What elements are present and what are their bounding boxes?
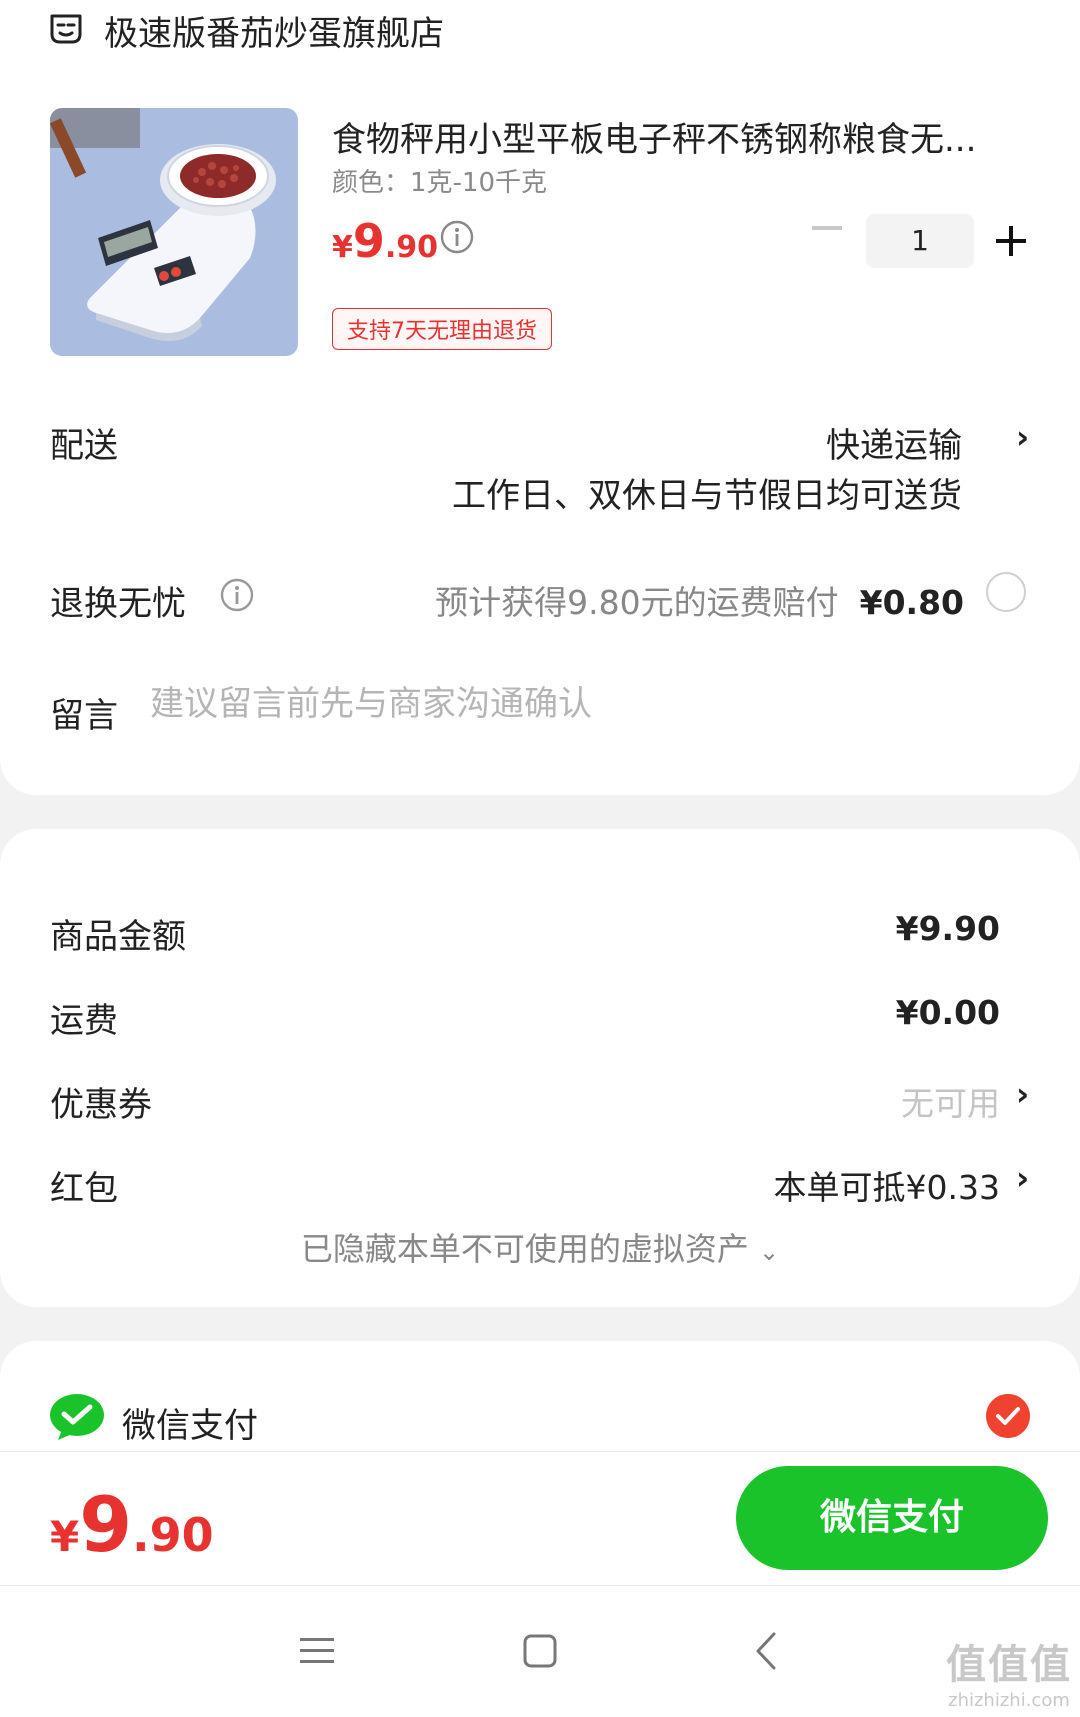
chevron-right-icon[interactable]: ›: [1016, 418, 1029, 456]
return-insurance-info-icon[interactable]: [220, 578, 254, 612]
goods-amount-label: 商品金额: [50, 917, 186, 957]
message-label: 留言: [50, 696, 118, 736]
product-spec[interactable]: 颜色：1克-10千克: [332, 162, 547, 199]
quantity-decrease-button[interactable]: [812, 226, 842, 230]
store-icon: [50, 14, 82, 44]
total-decimal: .90: [132, 1508, 214, 1562]
watermark-url: zhizhizhi.com: [948, 1690, 1070, 1711]
back-icon[interactable]: [742, 1626, 792, 1676]
delivery-method[interactable]: 快递运输: [826, 418, 962, 467]
price-currency: ¥: [332, 230, 353, 265]
total-currency: ¥: [50, 1512, 80, 1561]
delivery-note: 工作日、双休日与节假日均可送货: [452, 476, 962, 516]
price-info-icon[interactable]: [440, 220, 474, 254]
watermark-logo: 值值值: [946, 1642, 1072, 1688]
red-packet-value[interactable]: 本单可抵¥0.33: [774, 1161, 1000, 1209]
wechat-pay-label[interactable]: 微信支付: [122, 1398, 258, 1447]
total-price: ¥9.90: [50, 1480, 214, 1569]
bottom-pay-bar: ¥9.90 微信支付: [0, 1451, 1080, 1585]
return-policy-badge: 支持7天无理由退货: [332, 308, 552, 350]
return-insurance-text: 预计获得9.80元的运费赔付: [435, 583, 839, 622]
product-price: ¥9.90: [332, 214, 438, 268]
delivery-label: 配送: [50, 426, 118, 466]
price-summary-card: 商品金额 ¥9.90 运费 ¥0.00 优惠券 无可用 › 红包 本单可抵¥0.…: [0, 829, 1080, 1307]
product-image[interactable]: [50, 108, 298, 356]
goods-amount-value: ¥9.90: [895, 909, 1000, 948]
return-insurance-desc: 预计获得9.80元的运费赔付 ¥0.80: [435, 576, 964, 624]
hidden-assets-text: 已隐藏本单不可使用的虚拟资产: [300, 1230, 749, 1268]
chevron-down-icon: ⌄: [759, 1238, 780, 1266]
product-title[interactable]: 食物秤用小型平板电子秤不锈钢称粮食无...: [332, 112, 976, 161]
watermark: 值值值 zhizhizhi.com: [946, 1632, 1072, 1711]
home-icon[interactable]: [515, 1626, 565, 1676]
shipping-fee-label: 运费: [50, 1001, 118, 1041]
return-insurance-radio[interactable]: [986, 572, 1026, 612]
quantity-value[interactable]: 1: [866, 214, 974, 268]
chevron-right-icon[interactable]: ›: [1016, 1159, 1029, 1197]
shipping-fee-value: ¥0.00: [895, 993, 1000, 1032]
red-packet-label: 红包: [50, 1169, 118, 1209]
return-insurance-price: ¥0.80: [859, 583, 964, 622]
store-name[interactable]: 极速版番茄炒蛋旗舰店: [104, 6, 444, 55]
order-item-card: 极速版番茄炒蛋旗舰店 食物秤用小型平板电子秤不锈钢称粮食无... 颜色：1克-1…: [0, 0, 1080, 795]
message-input[interactable]: [150, 684, 1010, 724]
wechat-pay-button[interactable]: 微信支付: [736, 1466, 1048, 1570]
coupon-label: 优惠券: [50, 1085, 152, 1125]
menu-icon[interactable]: [292, 1626, 342, 1676]
price-integer: 9: [352, 214, 385, 268]
system-nav-bar: 值值值 zhizhizhi.com: [0, 1585, 1080, 1717]
payment-method-card: 微信支付: [0, 1341, 1080, 1451]
hidden-assets-toggle[interactable]: 已隐藏本单不可使用的虚拟资产 ⌄: [0, 1224, 1080, 1270]
quantity-increase-button[interactable]: [996, 226, 1026, 256]
chevron-right-icon[interactable]: ›: [1016, 1075, 1029, 1113]
price-decimal: .90: [384, 230, 439, 265]
coupon-value[interactable]: 无可用: [901, 1077, 1000, 1125]
return-insurance-label: 退换无忧: [50, 584, 186, 624]
checkmark-icon[interactable]: [986, 1394, 1030, 1438]
total-integer: 9: [79, 1480, 133, 1569]
wechat-pay-icon: [50, 1394, 104, 1440]
